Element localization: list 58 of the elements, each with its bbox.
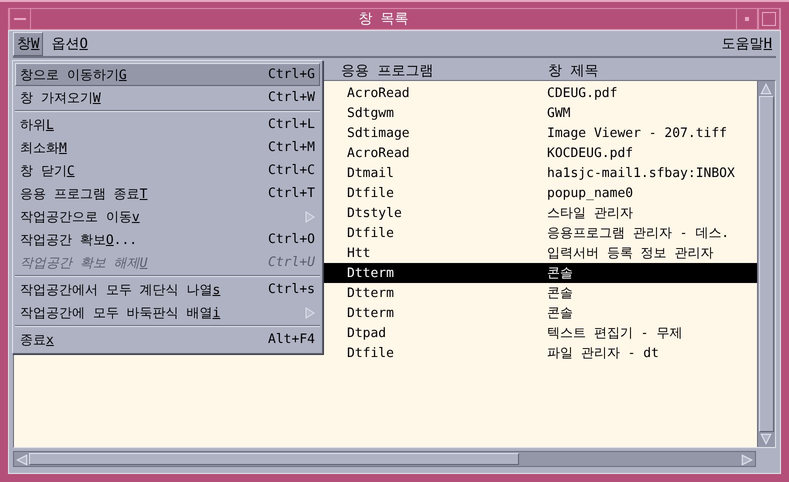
menu-item[interactable]: 종료x Alt+F4 (15, 328, 320, 351)
window-menu-button[interactable] (9, 9, 31, 29)
help-menu[interactable]: 도움말H (718, 32, 776, 56)
table-cell-text: Dtterm (347, 286, 395, 300)
submenu-arrow-icon (305, 210, 315, 222)
table-cell-text: AcroRead (347, 146, 411, 160)
minimize-button[interactable] (736, 9, 758, 29)
menu-item[interactable]: 작업공간에 모두 바둑판식 배열i (15, 301, 320, 324)
table-cell-text: ha1sjc-mail1.sfbay:INBOX (547, 166, 736, 180)
menu-item[interactable]: 하위 L Ctrl+L (15, 113, 320, 136)
table-cell-text: 파일 관리자 - dt (547, 345, 660, 362)
menu-item[interactable]: 최소화M Ctrl+M (15, 136, 320, 159)
horizontal-scrollbar[interactable] (13, 451, 756, 467)
menu-item[interactable]: 응용 프로그램 종료T Ctrl+T (15, 182, 320, 205)
table-cell-text: Sdtgwm (347, 106, 395, 120)
menu-item[interactable]: 창으로 이동하기G Ctrl+G (15, 63, 320, 86)
scroll-arrow-icon[interactable] (15, 453, 29, 467)
scroll-arrow-icon[interactable] (759, 432, 773, 446)
column-header: 응용 프로그램 (341, 62, 434, 80)
table-cell-text: Image Viewer - 207.tiff (547, 126, 728, 140)
table-cell-text: GWM (547, 106, 572, 120)
table-cell-text: Dtstyle (347, 206, 403, 220)
table-cell-text: 응용프로그램 관리자 - 데스. (547, 225, 730, 242)
table-cell-text: Sdtimage (347, 126, 411, 140)
menu-title[interactable]: 옵션O (47, 32, 92, 56)
table-cell-text: Htt (347, 246, 372, 260)
menu-item[interactable]: 창 닫기C Ctrl+C (15, 159, 320, 182)
menu-item[interactable]: 작업공간으로 이동v (15, 205, 320, 228)
window-title: 창 목록 (357, 10, 410, 29)
minimize-icon (745, 17, 749, 21)
table-cell-text: Dtterm (347, 266, 395, 280)
menu-item[interactable]: 작업공간 확보O... Ctrl+O (15, 228, 320, 251)
column-header: 창 제목 (548, 62, 600, 80)
table-cell-text: Dtmail (347, 166, 395, 180)
minus-icon (14, 17, 26, 21)
table-cell-text: 입력서버 등록 정보 관리자 (547, 245, 714, 262)
table-cell-text: Dtfile (347, 226, 395, 240)
scroll-arrow-icon[interactable] (740, 453, 754, 467)
table-cell-text: 콘솔 (547, 285, 574, 302)
table-cell-text: CDEUG.pdf (547, 86, 618, 100)
table-cell-text: KOCDEUG.pdf (547, 146, 634, 160)
table-cell-text: Dtpad (347, 326, 388, 340)
table-cell-text: Dtterm (347, 306, 395, 320)
menu-title[interactable]: 창W (13, 32, 44, 56)
table-cell-text: Dtfile (347, 186, 395, 200)
table-cell-text: 콘솔 (547, 305, 574, 322)
maximize-icon (762, 12, 776, 26)
vertical-scrollbar[interactable] (757, 81, 775, 447)
submenu-arrow-icon (305, 306, 315, 318)
menu-item[interactable]: 창 가져오기W Ctrl+W (15, 86, 320, 109)
table-cell-text: popup_name0 (547, 186, 634, 200)
maximize-button[interactable] (758, 9, 780, 29)
scroll-arrow-icon[interactable] (759, 82, 773, 96)
table-cell-text: Dtfile (347, 346, 395, 360)
table-cell-text: AcroRead (347, 86, 411, 100)
table-cell-text: 콘솔 (547, 265, 574, 282)
table-cell-text: 스타일 관리자 (547, 205, 634, 222)
table-cell-text: 텍스트 편집기 - 무제 (547, 325, 684, 342)
